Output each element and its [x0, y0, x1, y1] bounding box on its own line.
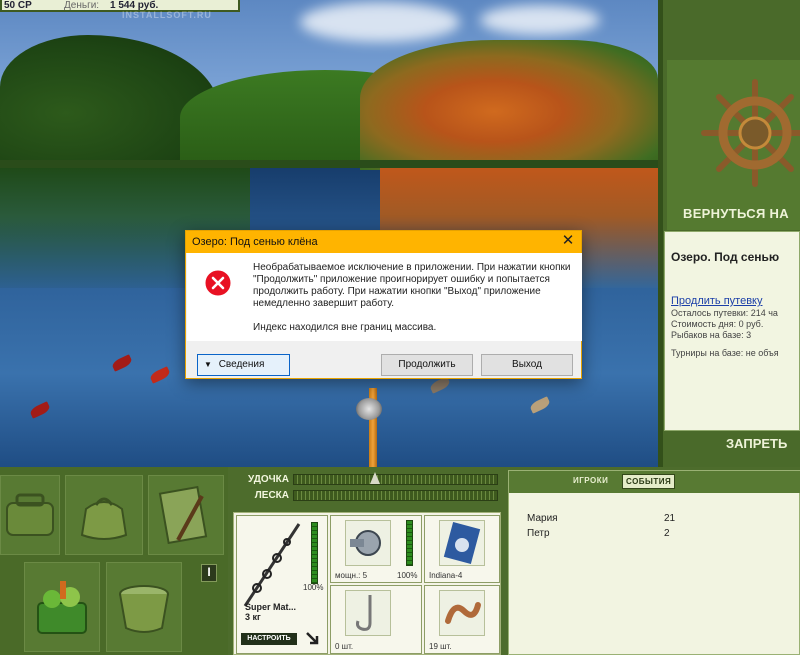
rod-gauge-track — [293, 472, 498, 485]
details-button[interactable]: ▼ Сведения — [197, 354, 290, 376]
fishing-reel — [356, 398, 382, 420]
journal-slot[interactable] — [148, 475, 224, 555]
reel-picture — [345, 520, 391, 566]
bag-slot[interactable] — [65, 475, 143, 555]
shoreline — [0, 160, 658, 168]
tackle-panel: 100% Super Mat... 3 кг НАСТРОИТЬ мощн.: … — [233, 512, 501, 655]
food-slot[interactable] — [24, 562, 100, 652]
floating-leaf — [148, 366, 172, 384]
tab-events[interactable]: СОБЫТИЯ — [622, 474, 676, 489]
chevron-down-icon: ▼ — [204, 360, 212, 369]
lake-title: Озеро. Под сенью — [671, 250, 780, 264]
hooks-count: 0 шт. — [335, 642, 354, 651]
line-gauge: ЛЕСКА — [233, 488, 498, 503]
players-tabs: ИГРОКИ СОБЫТИЯ — [509, 471, 800, 493]
reel-cell[interactable]: мощн.: 5 100% — [330, 515, 422, 583]
bait-worm-icon — [445, 602, 481, 624]
info-button[interactable]: I — [201, 564, 217, 582]
players-panel: ИГРОКИ СОБЫТИЯ Мария 21 Петр 2 — [508, 470, 800, 655]
rod-cell[interactable]: 100% Super Mat... 3 кг НАСТРОИТЬ — [236, 515, 328, 654]
dialog-title: Озеро: Под сенью клёна — [186, 231, 581, 253]
error-dialog: Озеро: Под сенью клёна ✕ Необрабатываемо… — [185, 230, 582, 379]
close-icon[interactable]: ✕ — [561, 233, 575, 248]
tackle-box-slot[interactable] — [0, 475, 60, 555]
rod-condition-bar — [311, 522, 318, 584]
autumn-forest-right — [360, 40, 658, 170]
lure-cell[interactable]: Indiana-4 — [424, 515, 500, 583]
renew-permit-link[interactable]: Продлить путевку — [671, 295, 793, 307]
dialog-body: Необрабатываемое исключение в приложении… — [187, 253, 582, 341]
exit-button[interactable]: Выход — [481, 354, 573, 376]
line-gauge-track — [293, 490, 498, 501]
floating-leaf — [28, 401, 52, 419]
money-label: Деньги: — [64, 0, 100, 11]
rod-condition: 100% — [303, 583, 324, 592]
setup-button[interactable]: НАСТРОИТЬ — [241, 633, 297, 645]
hook-cell[interactable]: 0 шт. — [330, 585, 422, 654]
reel-power: мощн.: 5 — [335, 571, 368, 580]
notebook-icon — [158, 486, 208, 544]
day-cost: Стоимость дня: 0 руб. — [671, 319, 764, 329]
player-value: 21 — [664, 513, 676, 524]
lure-pack-icon — [443, 521, 481, 565]
hook-picture — [345, 590, 391, 636]
reel-condition: 100% — [397, 571, 418, 580]
reel-icon — [350, 530, 381, 556]
forbid-button[interactable]: ЗАПРЕТЬ — [664, 436, 800, 451]
rod-weight: 3 кг — [245, 612, 261, 622]
floating-leaf — [110, 354, 134, 372]
reel-condition-bar — [406, 520, 413, 566]
basket-icon — [37, 581, 87, 634]
rod-gauge: УДОЧКА — [233, 472, 498, 487]
bait-cell[interactable]: 19 шт. — [424, 585, 500, 654]
ship-wheel-icon[interactable] — [700, 78, 800, 188]
watermark: INSTALLSOFT.RU — [122, 10, 212, 20]
cp-value: 50 CP — [4, 0, 32, 11]
player-name: Петр — [527, 528, 550, 539]
rod-gauge-marker — [370, 472, 380, 484]
bait-picture — [439, 590, 485, 636]
sack-icon — [80, 497, 128, 540]
bucket-icon — [119, 585, 169, 633]
player-row[interactable]: Петр 2 — [527, 528, 687, 539]
tournaments-info: Турниры на базе: не объя — [671, 348, 779, 358]
lake-info-box: Озеро. Под сенью Продлить путевку Остало… — [664, 231, 800, 431]
return-button[interactable]: ВЕРНУТЬСЯ НА — [683, 206, 800, 221]
line-gauge-label: ЛЕСКА — [254, 490, 289, 501]
cloud — [480, 5, 600, 35]
tension-gauges: УДОЧКА ЛЕСКА — [233, 472, 498, 504]
bucket-slot[interactable] — [106, 562, 182, 652]
error-message: Необрабатываемое исключение в приложении… — [253, 262, 571, 309]
tackle-bag-icon — [6, 493, 54, 536]
cloud — [300, 2, 460, 42]
permit-remaining: Осталось путевки: 214 ча — [671, 308, 778, 318]
rod-name: Super Mat... — [245, 602, 297, 612]
player-row[interactable]: Мария 21 — [527, 513, 687, 524]
player-value: 2 — [664, 528, 670, 539]
tab-players[interactable]: ИГРОКИ — [573, 476, 608, 485]
floating-leaf — [528, 396, 552, 414]
expand-arrow-icon[interactable] — [305, 631, 319, 645]
hook-icon — [356, 595, 372, 631]
lure-name: Indiana-4 — [429, 571, 463, 580]
rod-gauge-label: УДОЧКА — [248, 474, 289, 485]
continue-button[interactable]: Продолжить — [381, 354, 473, 376]
fishers-count: Рыбаков на базе: 3 — [671, 330, 752, 340]
inventory-panel — [0, 467, 228, 655]
error-icon — [204, 269, 232, 297]
money-value: 1 544 руб. — [110, 0, 159, 11]
error-detail: Индекс находился вне границ массива. — [253, 322, 437, 333]
details-label: Сведения — [218, 359, 265, 370]
dialog-footer: ▼ Сведения Продолжить Выход — [187, 341, 582, 379]
lure-picture — [439, 520, 485, 566]
rod-icon — [243, 523, 301, 607]
player-name: Мария — [527, 513, 558, 524]
bait-count: 19 шт. — [429, 642, 452, 651]
